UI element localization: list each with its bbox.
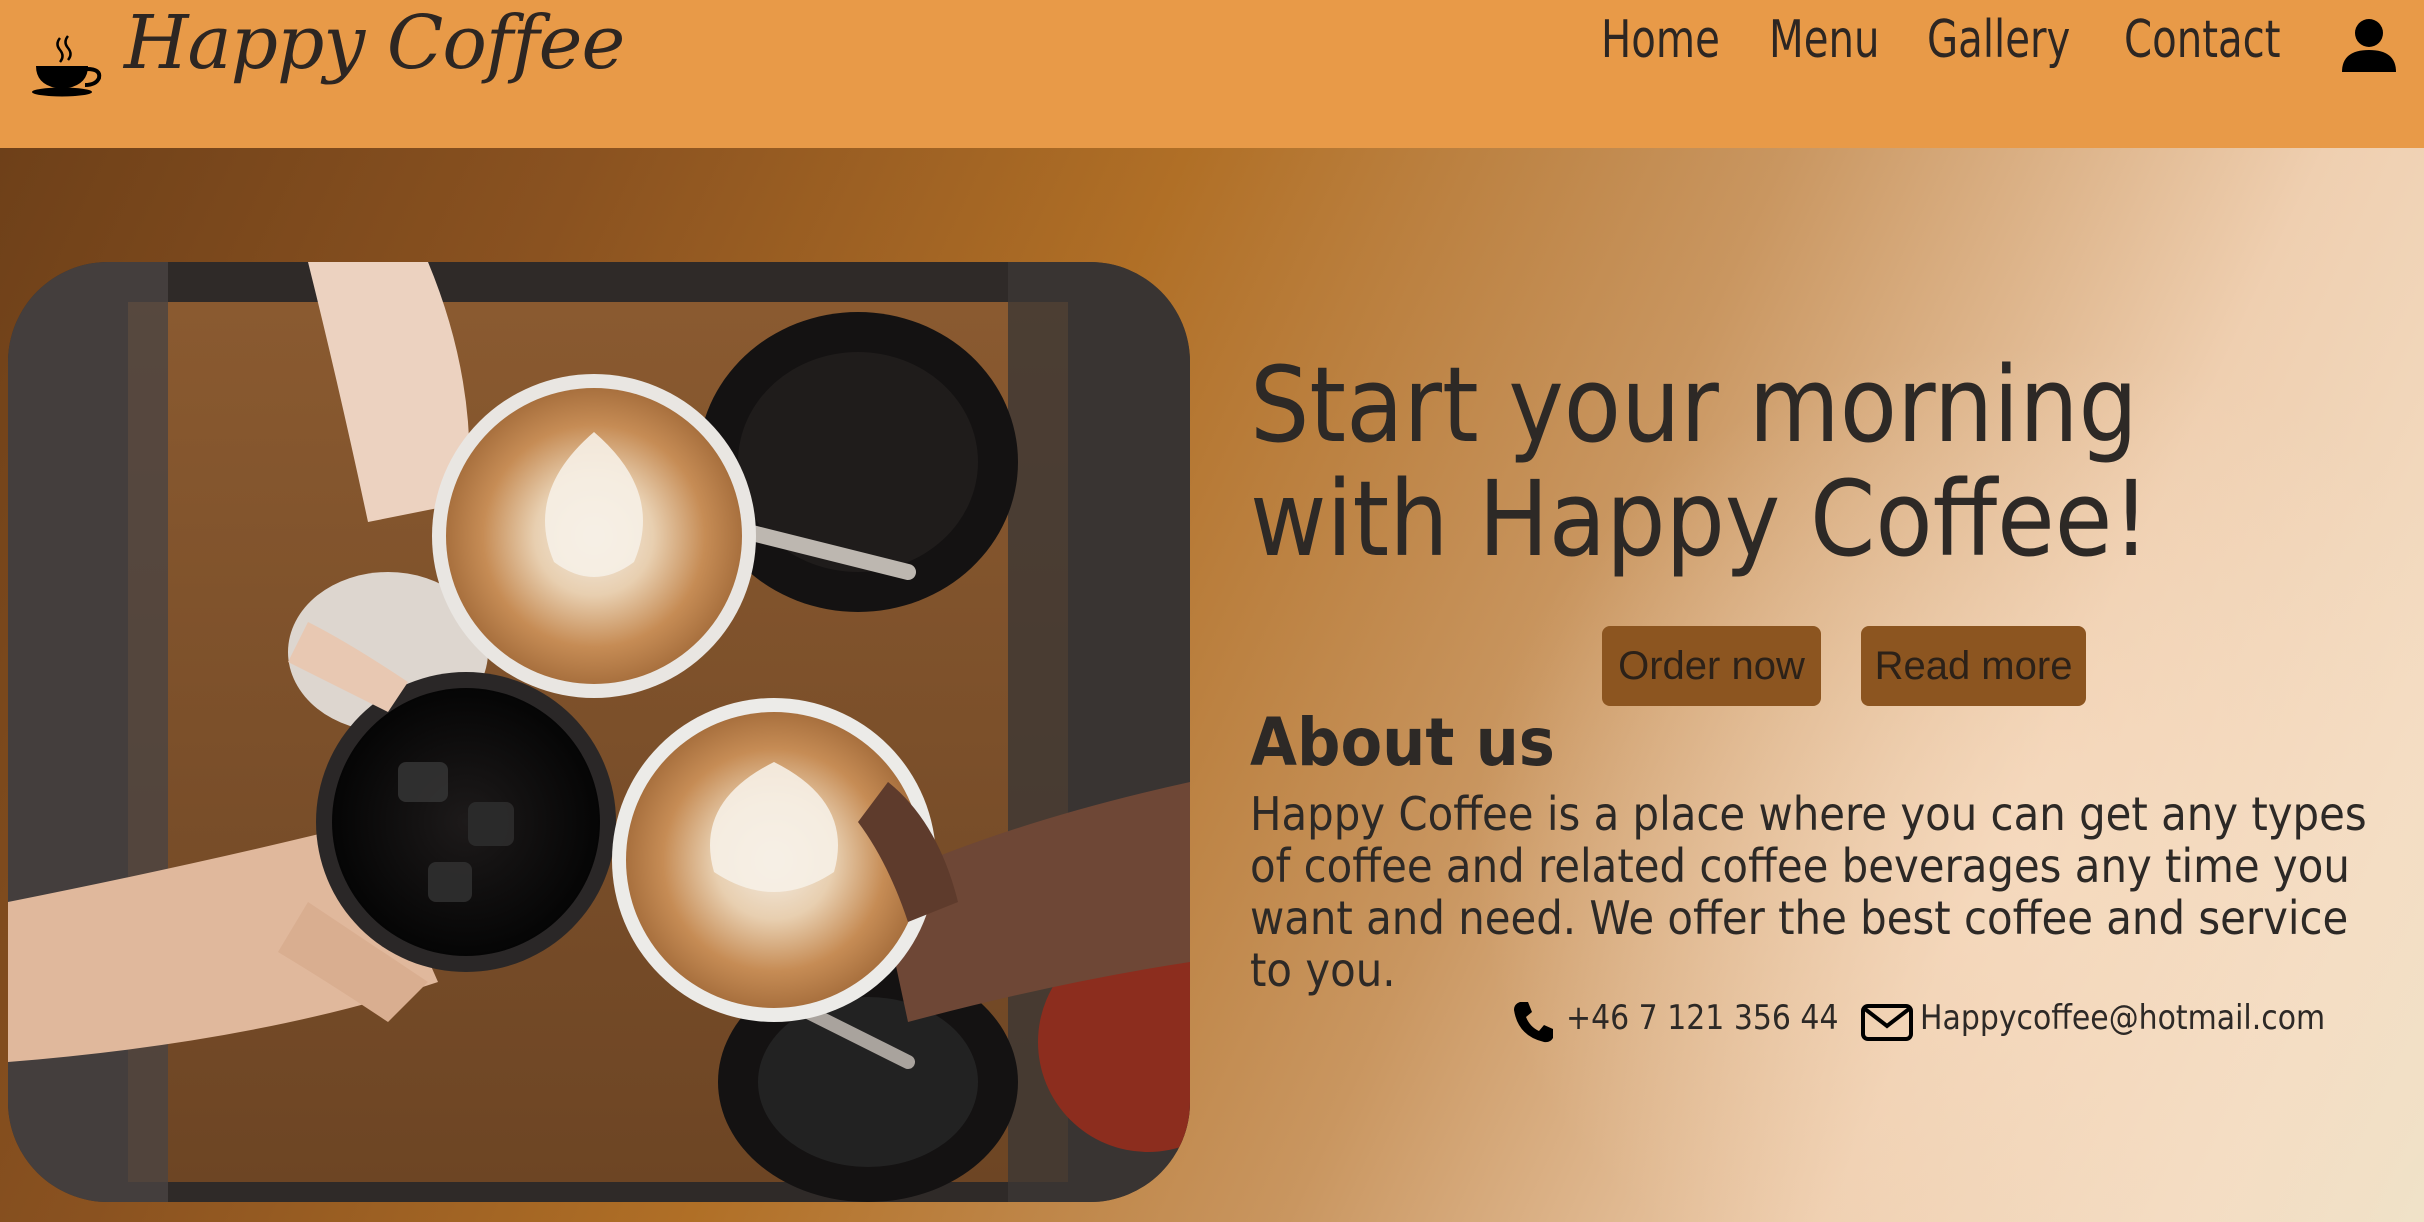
about-text: Happy Coffee is a place where you can ge… <box>1250 787 2367 997</box>
hero-title: Start your morning with Happy Coffee! <box>1250 344 2150 580</box>
page: Happy Coffee Home Menu Gallery Contact S… <box>0 0 2424 1222</box>
email-contact[interactable]: Happycoffee@hotmail.com <box>1860 988 2380 1048</box>
phone-contact[interactable]: +46 7 121 356 44 <box>1512 988 1876 1048</box>
coffee-cup-icon[interactable] <box>30 34 108 98</box>
user-icon[interactable] <box>2340 18 2398 74</box>
order-now-button[interactable]: Order now <box>1602 626 1821 706</box>
about-heading: About us <box>1250 704 1555 781</box>
nav-contact[interactable]: Contact <box>2124 10 2281 70</box>
read-more-button[interactable]: Read more <box>1861 626 2086 706</box>
mail-icon <box>1861 1004 1913 1041</box>
main-nav: Home Menu Gallery Contact <box>1601 10 2292 70</box>
coffee-photo <box>8 262 1190 1202</box>
phone-icon <box>1514 1002 1553 1043</box>
navbar: Happy Coffee Home Menu Gallery Contact <box>0 0 2424 148</box>
nav-gallery[interactable]: Gallery <box>1927 10 2070 70</box>
nav-menu[interactable]: Menu <box>1769 10 1879 70</box>
nav-home[interactable]: Home <box>1601 10 1720 70</box>
email-address[interactable]: Happycoffee@hotmail.com <box>1920 998 2325 1038</box>
brand-logo-text[interactable]: Happy Coffee <box>124 0 625 86</box>
phone-number[interactable]: +46 7 121 356 44 <box>1566 998 1839 1038</box>
